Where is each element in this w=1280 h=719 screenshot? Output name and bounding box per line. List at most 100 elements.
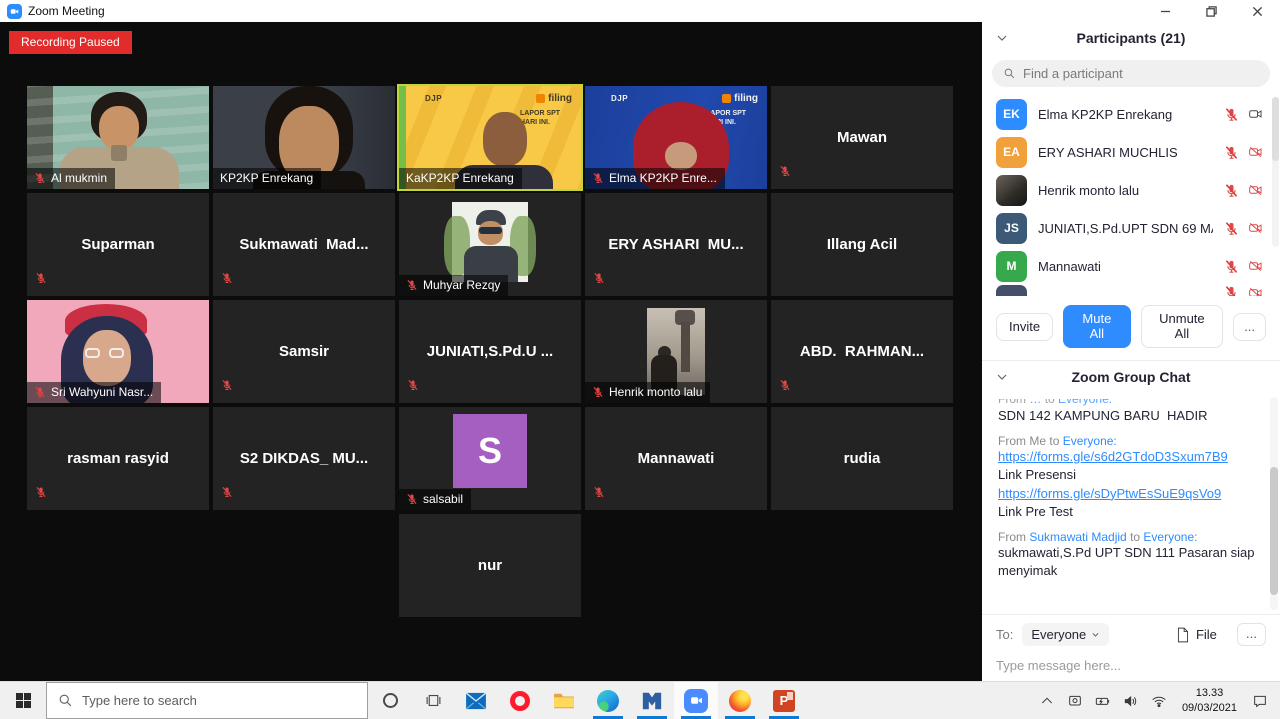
mic-muted-icon (592, 172, 604, 184)
battery-icon[interactable] (1089, 682, 1117, 719)
participant-row-partial[interactable] (982, 285, 1280, 296)
efiling-logo: filing (536, 93, 572, 104)
cortana-button[interactable] (368, 682, 412, 719)
video-tile[interactable]: Samsir (213, 300, 395, 403)
chat-scrollbar[interactable] (1270, 397, 1278, 610)
chat-message-list: From … to Everyone: SDN 142 KAMPUNG BARU… (982, 393, 1280, 614)
avatar: EA (996, 137, 1027, 168)
action-center-icon[interactable] (1246, 682, 1280, 719)
video-tile[interactable]: nur (399, 514, 581, 617)
windows-taskbar: P 13.33 09/03/2021 (0, 681, 1280, 719)
collapse-participants-chevron-icon[interactable] (996, 31, 1008, 49)
chat-link[interactable]: https://forms.gle/sDyPtwEsSuE9qsVo9 (998, 485, 1262, 503)
participants-header: Participants (21) (982, 22, 1280, 54)
minimize-button[interactable] (1142, 0, 1188, 22)
video-tile[interactable]: ERY ASHARI MU... (585, 193, 767, 296)
participant-row[interactable]: JS JUNIATI,S.Pd.UPT SDN 69 MARE... (982, 209, 1280, 247)
mic-muted-icon (779, 165, 791, 177)
recipient-dropdown[interactable]: Everyone (1022, 623, 1109, 646)
video-tile[interactable]: Sukmawati Mad... (213, 193, 395, 296)
video-tile[interactable]: S2 DIKDAS_ MU... (213, 407, 395, 510)
chat-link[interactable]: https://forms.gle/s6d2GTdoD3Sxum7B9 (998, 448, 1262, 466)
participants-scrollbar[interactable] (1272, 97, 1279, 247)
speaker-icon[interactable] (1117, 682, 1145, 719)
participant-name-label: Elma KP2KP Enre... (609, 171, 717, 185)
video-tile[interactable]: Mawan (771, 86, 953, 189)
video-tile-active-speaker[interactable]: DJP filing LAPOR SPTHARI INI. KaKP2KP En… (399, 86, 581, 189)
start-button[interactable] (0, 682, 46, 719)
task-view-button[interactable] (412, 682, 454, 719)
video-tile[interactable]: KP2KP Enrekang (213, 86, 395, 189)
wifi-icon[interactable] (1145, 682, 1173, 719)
participant-row[interactable]: Henrik monto lalu (982, 171, 1280, 209)
file-explorer-icon (553, 692, 575, 710)
chat-more-button[interactable]: ... (1237, 623, 1266, 646)
taskbar-app-edge[interactable] (586, 682, 630, 719)
video-tile[interactable]: Illang Acil (771, 193, 953, 296)
mic-muted-icon (221, 379, 233, 391)
video-tile[interactable]: S salsabil (399, 407, 581, 510)
camera-on-icon (1247, 107, 1264, 121)
tray-chevron-up-icon[interactable] (1033, 682, 1061, 719)
recording-paused-badge: Recording Paused (9, 31, 132, 54)
firefox-icon (729, 690, 751, 712)
taskbar-app-firefox[interactable] (718, 682, 762, 719)
participant-search-input[interactable] (1023, 66, 1259, 81)
participant-name-label: rasman rasyid (27, 407, 209, 510)
clock-date: 09/03/2021 (1182, 701, 1237, 715)
taskbar-app-file-explorer[interactable] (542, 682, 586, 719)
rotation-lock-icon[interactable] (1061, 682, 1089, 719)
djp-logo: DJP (611, 94, 628, 103)
video-tile[interactable]: Mannawati (585, 407, 767, 510)
mute-all-button[interactable]: Mute All (1063, 305, 1131, 348)
participant-row[interactable]: EA ERY ASHARI MUCHLIS (982, 133, 1280, 171)
mic-muted-icon (592, 386, 604, 398)
participant-row[interactable]: EK Elma KP2KP Enrekang (982, 95, 1280, 133)
participant-name-label: Sri Wahyuni Nasr... (51, 385, 153, 399)
unmute-all-button[interactable]: Unmute All (1141, 305, 1224, 348)
taskbar-app-mail[interactable] (454, 682, 498, 719)
taskbar-app-powerpoint[interactable]: P (762, 682, 806, 719)
participant-name-label: Mawan (771, 86, 953, 189)
invite-button[interactable]: Invite (996, 313, 1053, 341)
camera-off-icon (1247, 145, 1264, 159)
participant-row[interactable]: M Mannawati (982, 247, 1280, 285)
mic-muted-icon (593, 486, 605, 498)
participant-search[interactable] (992, 60, 1270, 87)
participant-name-label: KaKP2KP Enrekang (406, 171, 514, 185)
restore-button[interactable] (1188, 0, 1234, 22)
chat-message-input[interactable] (996, 658, 1266, 673)
participant-name-label: Suparman (27, 193, 209, 296)
close-button[interactable] (1234, 0, 1280, 22)
taskbar-search[interactable] (46, 682, 368, 719)
video-tile[interactable]: JUNIATI,S.Pd.U ... (399, 300, 581, 403)
zoom-meeting-window: Zoom Meeting Recording Paused Al mukmin (0, 0, 1280, 719)
avatar: M (996, 251, 1027, 282)
video-tile[interactable]: rasman rasyid (27, 407, 209, 510)
camera-off-icon (1247, 183, 1264, 197)
participants-more-button[interactable]: ... (1233, 313, 1266, 341)
taskbar-app-opera[interactable] (498, 682, 542, 719)
mic-muted-icon (221, 272, 233, 284)
file-button[interactable]: File (1176, 627, 1217, 643)
collapse-chat-chevron-icon[interactable] (996, 370, 1008, 388)
video-tile[interactable]: Sri Wahyuni Nasr... (27, 300, 209, 403)
video-tile[interactable]: Henrik monto lalu (585, 300, 767, 403)
mic-muted-icon (1224, 285, 1239, 296)
taskbar-clock[interactable]: 13.33 09/03/2021 (1173, 686, 1246, 715)
video-tile[interactable]: ABD. RAHMAN... (771, 300, 953, 403)
taskbar-search-input[interactable] (82, 693, 356, 708)
video-tile[interactable]: Al mukmin (27, 86, 209, 189)
video-tile[interactable]: rudia (771, 407, 953, 510)
video-tile[interactable]: DJP filing LAPOR SPTHARI INI. Elma KP2KP… (585, 86, 767, 189)
taskbar-app-malwarebytes[interactable] (630, 682, 674, 719)
title-bar: Zoom Meeting (0, 0, 1280, 22)
camera-off-icon (1247, 286, 1264, 297)
chat-footer: To: Everyone File ... (982, 615, 1280, 681)
mic-muted-icon (1224, 145, 1239, 160)
video-tile[interactable]: Suparman (27, 193, 209, 296)
taskbar-app-zoom[interactable] (674, 682, 718, 719)
mic-muted-icon (1224, 259, 1239, 274)
mic-muted-icon (593, 272, 605, 284)
video-tile[interactable]: Muhyar Rezqy (399, 193, 581, 296)
